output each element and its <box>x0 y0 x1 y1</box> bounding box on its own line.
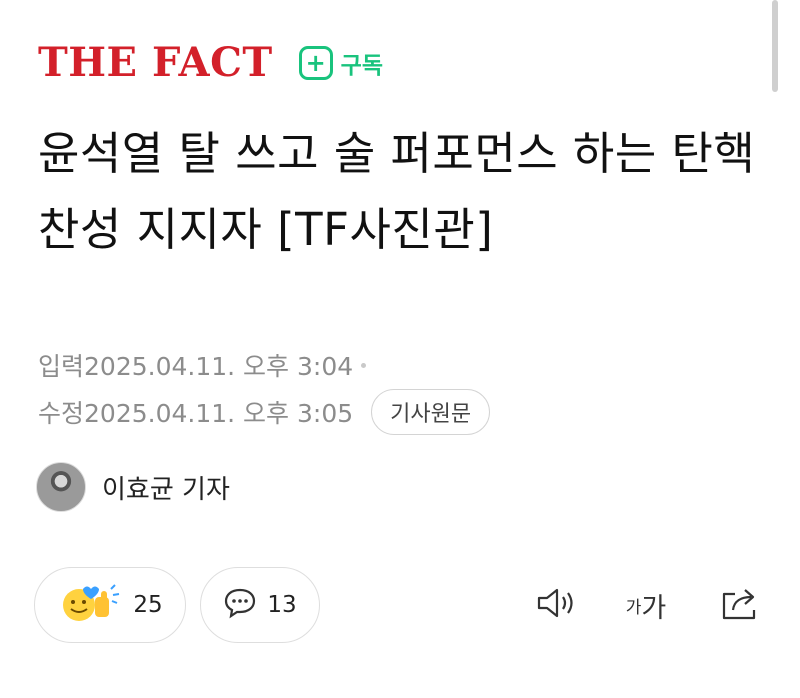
text-to-speech-button[interactable] <box>534 585 578 625</box>
font-size-button[interactable]: 가 가 <box>618 585 674 625</box>
comment-count: 13 <box>267 592 297 618</box>
separator-dot <box>361 362 367 368</box>
modified-label: 수정 <box>38 399 85 428</box>
font-small-glyph: 가 <box>625 597 642 618</box>
modified-info: 수정 2025.04.11. 오후 3:05 기사원문 <box>38 389 491 435</box>
reaction-button[interactable]: 25 <box>34 567 186 643</box>
press-logo[interactable]: THE FACT <box>38 43 273 83</box>
share-icon <box>719 584 763 626</box>
modified-time: 2025.04.11. 오후 3:05 <box>84 399 354 428</box>
plus-icon: + <box>298 46 333 80</box>
speaker-icon <box>535 586 577 624</box>
article-title: 윤석열 탈 쓰고 술 퍼포먼스 하는 탄핵 찬성 지지자 [TF사진관] <box>38 127 756 256</box>
published-info: 입력 2025.04.11. 오후 3:04 <box>38 348 367 382</box>
published-label: 입력 <box>38 352 85 381</box>
comment-button[interactable]: 13 <box>200 567 320 643</box>
page-scrollbar[interactable] <box>772 0 778 92</box>
reporter-byline[interactable]: 이효균 기자 <box>36 462 230 512</box>
published-time: 2025.04.11. 오후 3:04 <box>84 352 354 381</box>
subscribe-button[interactable]: + 구독 <box>298 46 383 80</box>
brand-header: THE FACT + 구독 <box>38 38 383 88</box>
reaction-emoji-icon <box>57 581 123 629</box>
reaction-count: 25 <box>133 592 163 618</box>
original-article-button[interactable]: 기사원문 <box>371 389 491 435</box>
font-big-glyph: 가 <box>641 592 667 624</box>
reporter-name[interactable]: 이효균 기자 <box>102 469 230 506</box>
reporter-avatar[interactable] <box>36 462 86 512</box>
subscribe-label: 구독 <box>340 53 383 79</box>
share-button[interactable] <box>718 585 764 625</box>
comment-icon <box>223 587 257 623</box>
